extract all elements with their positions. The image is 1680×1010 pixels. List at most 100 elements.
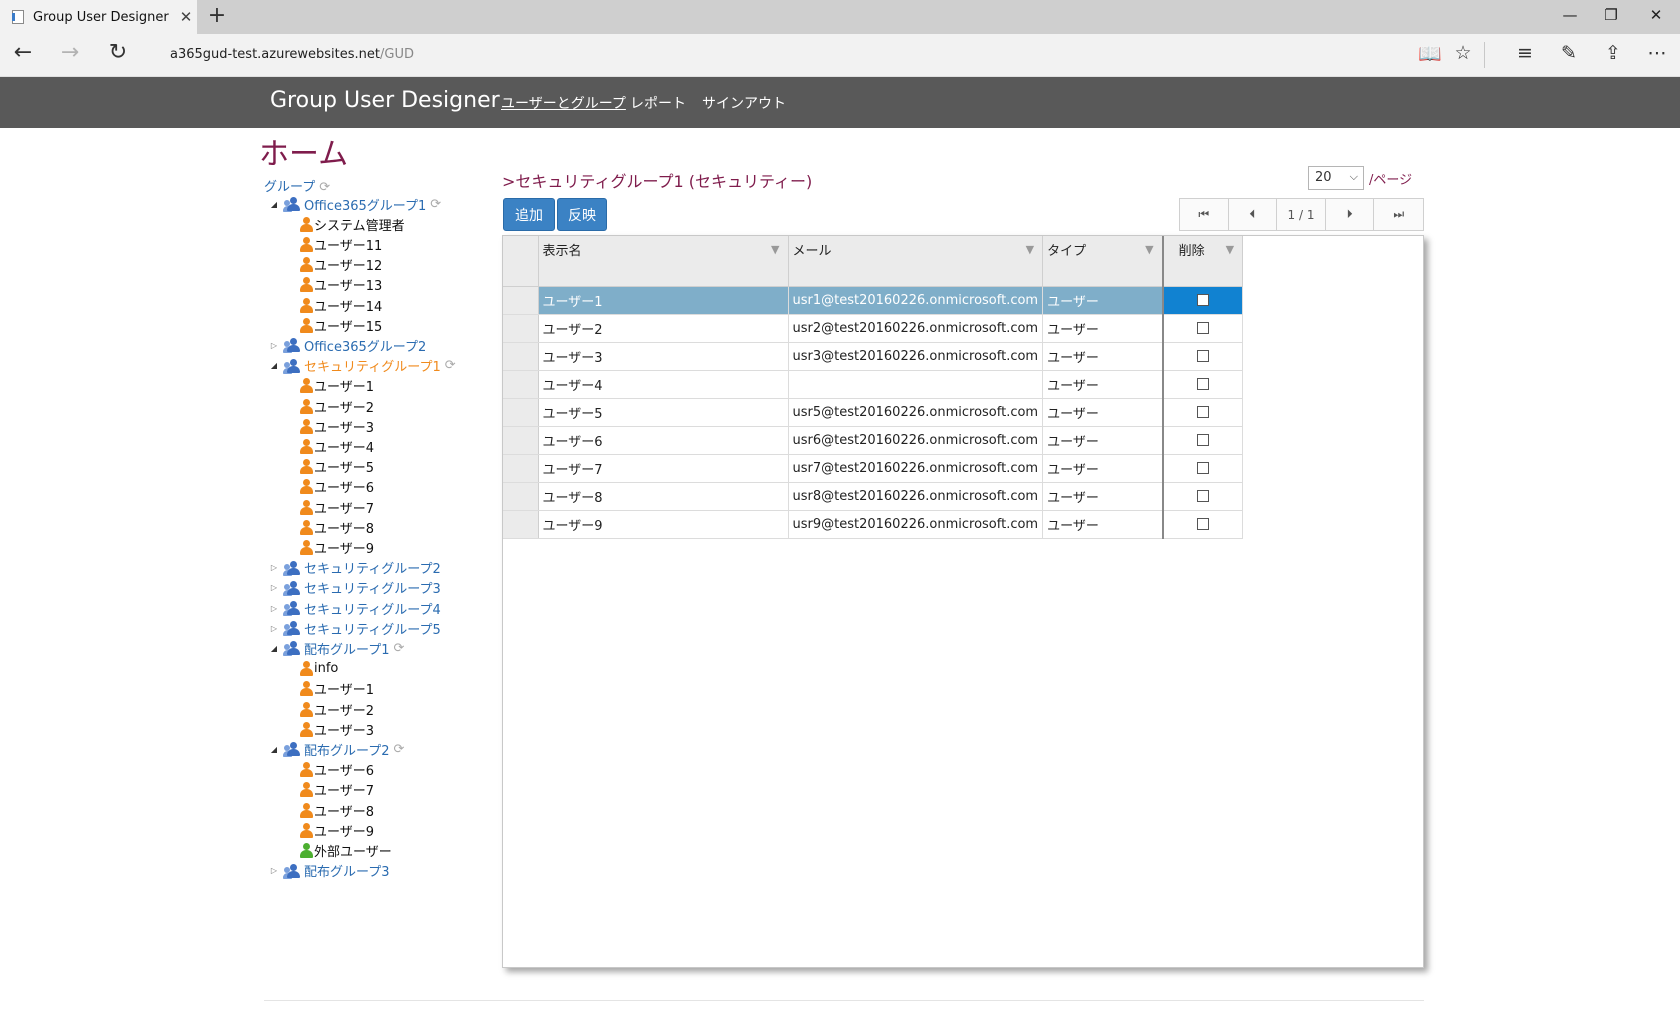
cell-display-name[interactable]: ユーザー2 (538, 314, 789, 343)
tree-user-node[interactable]: ユーザー8 (300, 517, 374, 537)
refresh-icon[interactable]: ⟳ (394, 641, 405, 656)
tree-user-node[interactable]: ユーザー6 (300, 477, 374, 497)
cell-type[interactable]: ユーザー (1042, 314, 1164, 343)
delete-checkbox[interactable] (1196, 518, 1209, 530)
column-header-type[interactable]: タイプ ▼ (1042, 236, 1164, 287)
delete-checkbox[interactable] (1196, 350, 1209, 362)
cell-mail[interactable]: usr2@test20160226.onmicrosoft.com (788, 314, 1044, 343)
collapse-icon[interactable]: ◢ (269, 745, 279, 754)
tree-user-node[interactable]: ユーザー11 (300, 234, 382, 254)
tree-user-node[interactable]: ユーザー8 (300, 800, 374, 820)
expand-icon[interactable]: ▷ (269, 583, 279, 592)
delete-checkbox[interactable] (1196, 406, 1209, 418)
tree-user-node[interactable]: ユーザー2 (300, 699, 374, 719)
more-icon[interactable]: ⋯ (1643, 42, 1671, 64)
cell-type[interactable]: ユーザー (1042, 454, 1164, 483)
add-button[interactable]: 追加 (503, 198, 555, 231)
tree-group-node[interactable]: ▷ 配布グループ3 (269, 861, 390, 881)
cell-mail[interactable]: usr7@test20160226.onmicrosoft.com (788, 454, 1044, 483)
tree-user-node[interactable]: ユーザー7 (300, 780, 374, 800)
filter-icon[interactable]: ▼ (1145, 243, 1153, 256)
tree-root[interactable]: グループ ⟳ (264, 176, 330, 195)
cell-delete[interactable] (1161, 314, 1244, 343)
table-row[interactable]: ユーザー4 ユーザー (503, 370, 1244, 399)
minimize-icon[interactable]: — (1555, 6, 1585, 24)
tree-group-node[interactable]: ▷ セキュリティグループ4 (269, 598, 441, 618)
column-header-mail[interactable]: メール ▼ (788, 236, 1044, 287)
nav-users-groups[interactable]: ユーザーとグループ (501, 93, 626, 113)
cell-display-name[interactable]: ユーザー1 (538, 286, 789, 315)
tree-group-node[interactable]: ▷ セキュリティグループ3 (269, 578, 441, 598)
table-row[interactable]: ユーザー3 usr3@test20160226.onmicrosoft.com ユー… (503, 342, 1244, 371)
next-page-icon[interactable]: ⏵ (1326, 199, 1375, 230)
table-row[interactable]: ユーザー8 usr8@test20160226.onmicrosoft.com ユー… (503, 482, 1244, 511)
cell-type[interactable]: ユーザー (1042, 482, 1164, 511)
share-icon[interactable]: ⇪ (1599, 42, 1627, 64)
tree-user-node[interactable]: ユーザー5 (300, 457, 374, 477)
url-field[interactable]: a365gud-test.azurewebsites.net/GUD (170, 47, 414, 62)
delete-checkbox[interactable] (1196, 378, 1209, 390)
cell-display-name[interactable]: ユーザー6 (538, 426, 789, 455)
tree-user-node[interactable]: ユーザー15 (300, 315, 382, 335)
favorite-star-icon[interactable]: ☆ (1449, 42, 1477, 64)
apply-button[interactable]: 反映 (557, 198, 607, 231)
cell-delete[interactable] (1161, 286, 1244, 315)
tree-user-node[interactable]: ユーザー9 (300, 820, 374, 840)
delete-checkbox[interactable] (1196, 294, 1209, 306)
page-size-select[interactable]: 20 ⌵ (1308, 166, 1364, 190)
cell-display-name[interactable]: ユーザー8 (538, 482, 789, 511)
cell-type[interactable]: ユーザー (1042, 370, 1164, 399)
cell-display-name[interactable]: ユーザー7 (538, 454, 789, 483)
delete-checkbox[interactable] (1196, 462, 1209, 474)
browser-tab[interactable]: Group User Designer ✕ (0, 0, 197, 34)
table-row[interactable]: ユーザー7 usr7@test20160226.onmicrosoft.com ユー… (503, 454, 1244, 483)
tree-user-node[interactable]: ユーザー12 (300, 255, 382, 275)
cell-display-name[interactable]: ユーザー3 (538, 342, 789, 371)
refresh-icon[interactable]: ⟳ (445, 358, 456, 373)
tree-user-node[interactable]: ユーザー7 (300, 497, 374, 517)
cell-delete[interactable] (1161, 370, 1244, 399)
tab-close-icon[interactable]: ✕ (175, 8, 197, 26)
tree-group-node[interactable]: ◢ セキュリティグループ1 ⟳ (269, 356, 456, 376)
cell-delete[interactable] (1161, 398, 1244, 427)
tree-user-node[interactable]: ユーザー1 (300, 376, 374, 396)
tree-group-node[interactable]: ▷ セキュリティグループ2 (269, 558, 441, 578)
expand-icon[interactable]: ▷ (269, 341, 279, 350)
table-row[interactable]: ユーザー6 usr6@test20160226.onmicrosoft.com ユー… (503, 426, 1244, 455)
cell-mail[interactable]: usr6@test20160226.onmicrosoft.com (788, 426, 1044, 455)
back-icon[interactable]: ← (8, 40, 38, 65)
cell-display-name[interactable]: ユーザー9 (538, 510, 789, 539)
cell-delete[interactable] (1161, 454, 1244, 483)
tree-user-node[interactable]: ユーザー9 (300, 537, 374, 557)
tree-user-node[interactable]: システム管理者 (300, 214, 405, 234)
collapse-icon[interactable]: ◢ (269, 200, 279, 209)
filter-icon[interactable]: ▼ (1026, 243, 1034, 256)
web-note-icon[interactable]: ✎ (1555, 42, 1583, 64)
column-header-delete[interactable]: 削除 ▼ (1161, 236, 1244, 287)
delete-checkbox[interactable] (1196, 490, 1209, 502)
cell-mail[interactable]: usr1@test20160226.onmicrosoft.com (788, 286, 1044, 315)
tree-group-node[interactable]: ▷ セキュリティグループ5 (269, 618, 441, 638)
nav-signout[interactable]: サインアウト (702, 93, 786, 113)
tree-user-node[interactable]: info (300, 659, 338, 679)
first-page-icon[interactable]: ⏮ (1180, 199, 1229, 230)
expand-icon[interactable]: ▷ (269, 866, 279, 875)
restore-icon[interactable]: ❐ (1596, 6, 1626, 24)
table-row[interactable]: ユーザー1 usr1@test20160226.onmicrosoft.com ユー… (503, 286, 1244, 315)
tree-group-node[interactable]: ▷ Office365グループ2 (269, 335, 426, 355)
expand-icon[interactable]: ▷ (269, 563, 279, 572)
tree-user-node[interactable]: ユーザー6 (300, 760, 374, 780)
collapse-icon[interactable]: ◢ (269, 644, 279, 653)
cell-mail[interactable]: usr9@test20160226.onmicrosoft.com (788, 510, 1044, 539)
tree-user-node[interactable]: ユーザー13 (300, 275, 382, 295)
expand-icon[interactable]: ▷ (269, 604, 279, 613)
tree-user-node[interactable]: ユーザー3 (300, 719, 374, 739)
tree-group-node[interactable]: ◢ Office365グループ1 ⟳ (269, 194, 441, 214)
filter-icon[interactable]: ▼ (1226, 243, 1234, 256)
cell-delete[interactable] (1161, 510, 1244, 539)
delete-checkbox[interactable] (1196, 322, 1209, 334)
tree-user-node[interactable]: ユーザー4 (300, 436, 374, 456)
cell-delete[interactable] (1161, 426, 1244, 455)
cell-type[interactable]: ユーザー (1042, 342, 1164, 371)
cell-type[interactable]: ユーザー (1042, 286, 1164, 315)
